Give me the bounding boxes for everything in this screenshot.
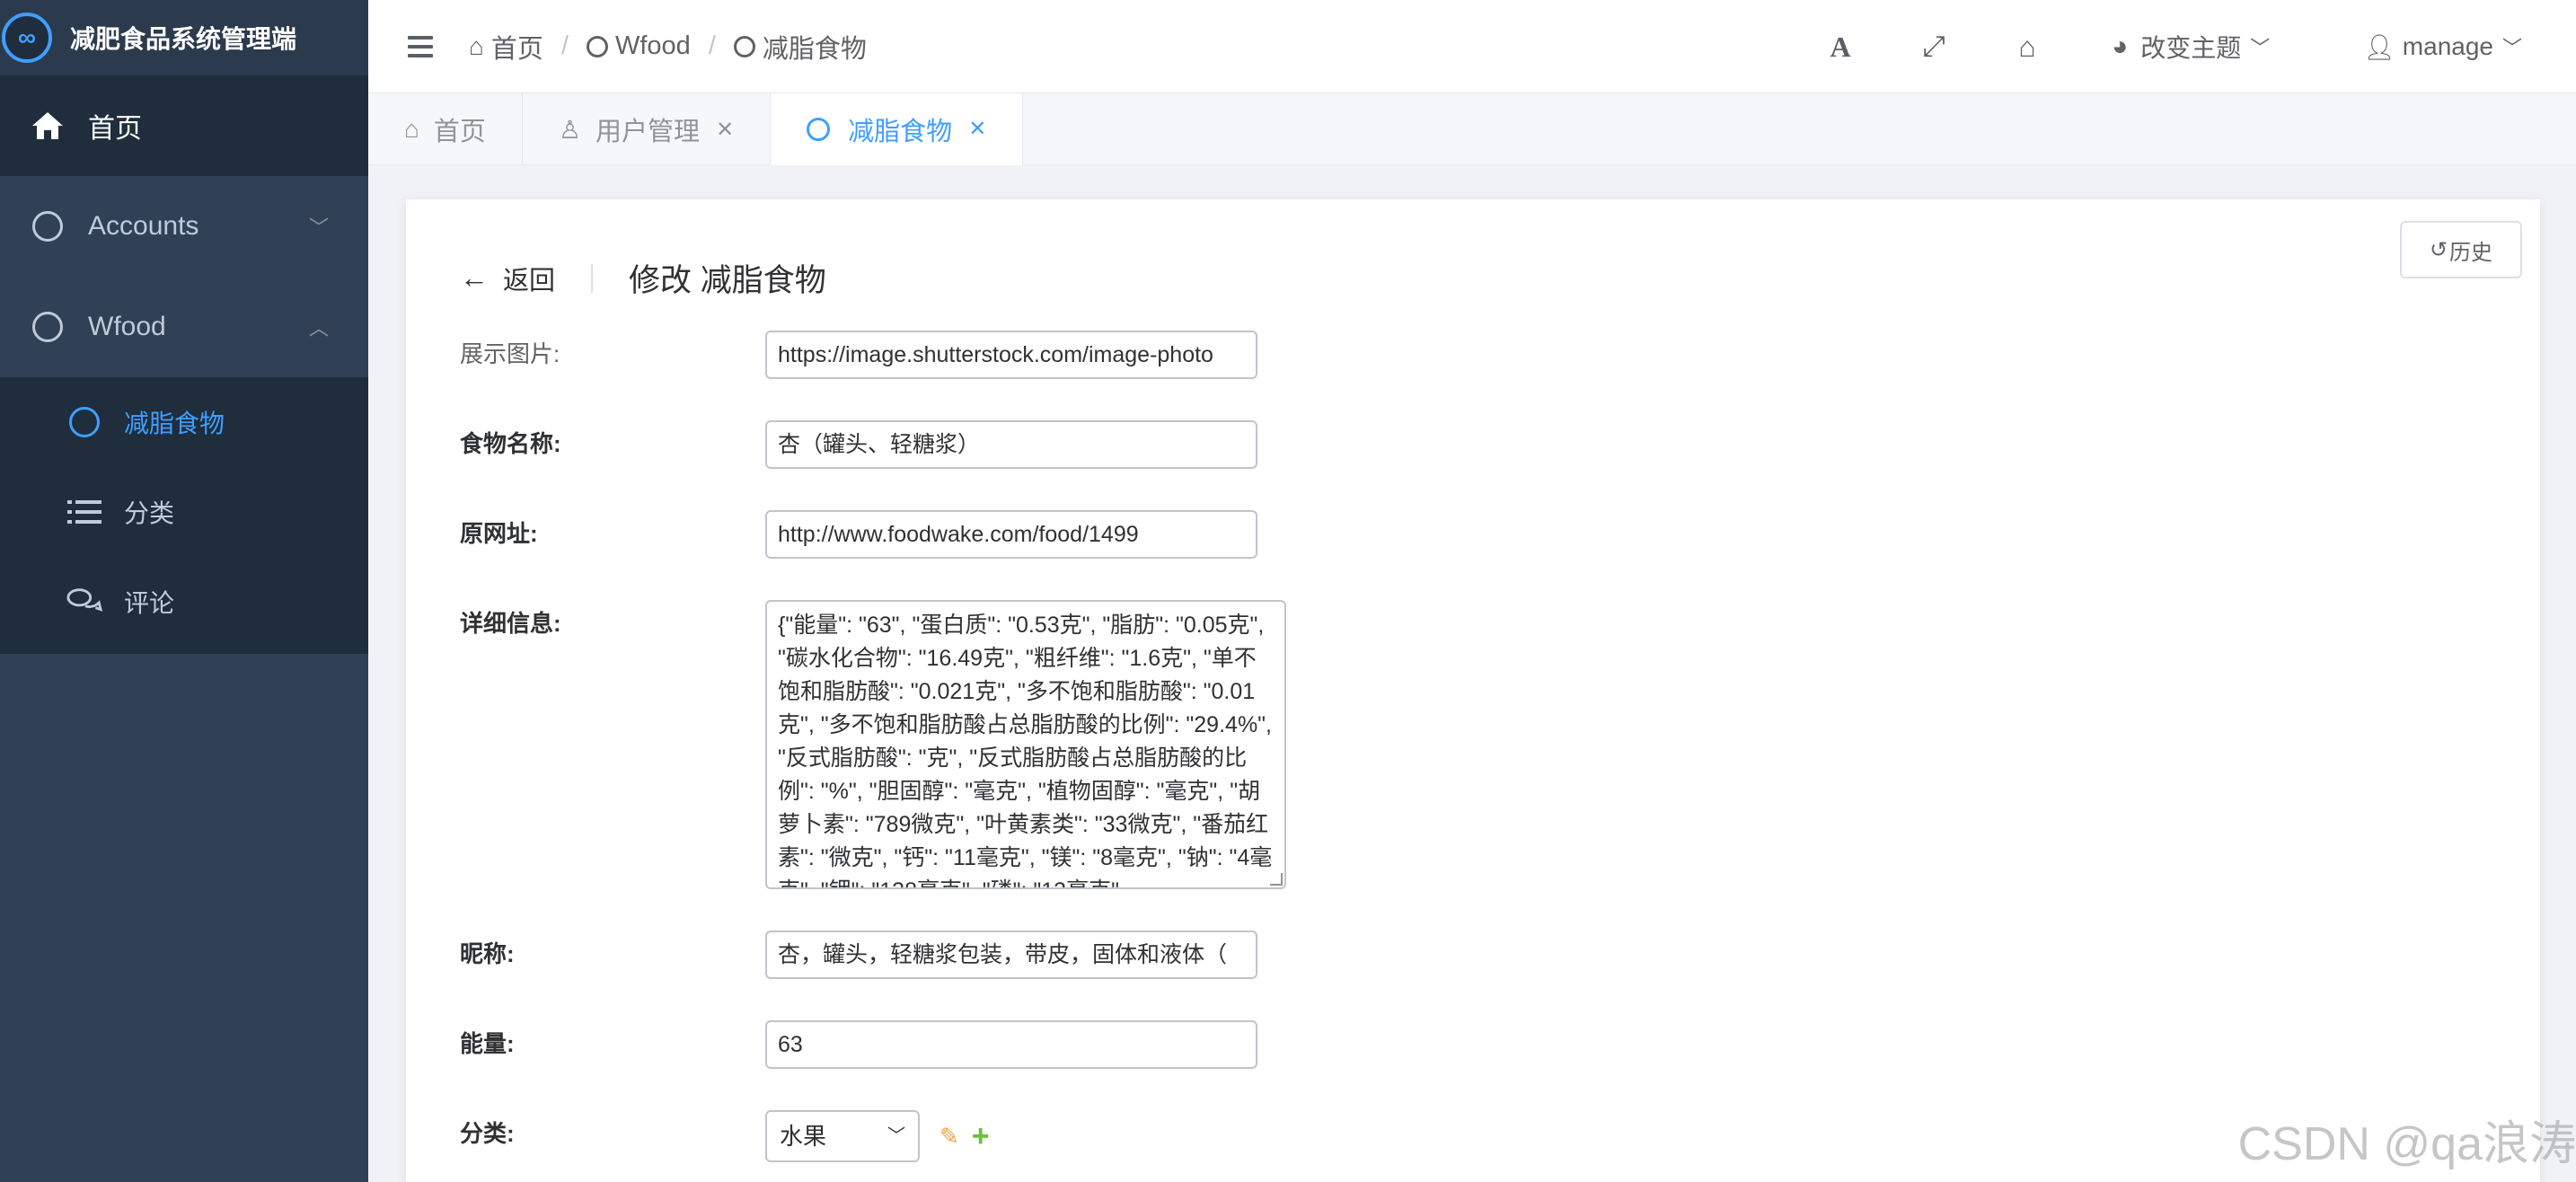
add-plus-icon[interactable]: + [972, 1110, 990, 1162]
history-icon: ↺ [2429, 237, 2448, 262]
page-header: ← 返回 修改 减脂食物 [460, 255, 826, 301]
logo-area: ∞ 减肥食品系统管理端 [0, 0, 368, 75]
food-name-label: 食物名称: [460, 430, 561, 457]
tab-label: 用户管理 [595, 118, 701, 146]
form-row-image: 展示图片: https://image.shutterstock.com/ima… [460, 331, 1257, 379]
close-icon[interactable]: ✕ [716, 117, 734, 143]
breadcrumb: ⌂ 首页 / Wfood / 减脂食物 [469, 28, 867, 66]
form-row-category: 分类: 水果 ﹀ ✎ + [460, 1110, 990, 1162]
home-icon: ⌂ [404, 115, 419, 143]
sidebar-item-accounts[interactable]: Accounts ﹀ [0, 176, 368, 277]
sidebar-item-category[interactable]: 分类 [0, 467, 368, 557]
sidebar-item-label: 减脂食物 [124, 410, 225, 437]
form-row-nickname: 昵称: 杏，罐头，轻糖浆包装，带皮，固体和液体（ [460, 931, 1257, 979]
comments-icon [66, 584, 102, 620]
close-icon[interactable]: ✕ [968, 116, 986, 142]
theme-switcher[interactable]: ◕ 改变主题 ﹀ [2112, 29, 2270, 65]
sidebar-item-label: Wfood [88, 312, 166, 341]
energy-label: 能量: [460, 1030, 515, 1057]
top-navbar: ⌂ 首页 / Wfood / 减脂食物 A ⤢ ⌂ ◕ 改变主题 ﹀ 👤︎ ma… [368, 0, 2576, 93]
tab-fat-loss-food[interactable]: 减脂食物 ✕ [771, 93, 1024, 165]
user-icon: ♙ [558, 115, 582, 144]
app-title: 减肥食品系统管理端 [70, 25, 297, 53]
user-icon: 👤︎ [2363, 32, 2395, 61]
tab-label: 减脂食物 [848, 117, 953, 146]
form-row-energy: 能量: 63 [460, 1020, 1257, 1069]
nickname-input[interactable]: 杏，罐头，轻糖浆包装，带皮，固体和液体（ [765, 931, 1257, 979]
logo-icon: ∞ [2, 13, 52, 63]
breadcrumb-item-home[interactable]: 首页 [491, 28, 543, 66]
sidebar-item-home[interactable]: 首页 [0, 75, 368, 176]
home-icon [29, 107, 66, 145]
user-menu[interactable]: 👤︎ manage ﹀ [2363, 32, 2522, 62]
theme-label: 改变主题 [2140, 34, 2242, 62]
detail-text: {"能量": "63", "蛋白质": "0.53克", "脂肪": "0.05… [778, 613, 1273, 887]
food-name-input[interactable]: 杏（罐头、轻糖浆） [765, 420, 1257, 469]
circle-icon [29, 308, 66, 346]
history-button[interactable]: ↺ 历史 [2400, 221, 2522, 278]
circle-icon [29, 207, 66, 245]
sidebar-item-label: 评论 [124, 589, 175, 617]
arrow-left-icon: ← [460, 261, 489, 294]
tab-home[interactable]: ⌂ 首页 [368, 93, 523, 165]
sidebar-item-comments[interactable]: 评论 [0, 557, 368, 647]
sidebar-item-label: 分类 [124, 499, 175, 527]
category-label: 分类: [460, 1120, 515, 1147]
back-label: 返回 [503, 266, 556, 296]
source-url-label: 原网址: [460, 520, 538, 547]
chevron-down-icon: ﹀ [887, 1126, 905, 1146]
fullscreen-icon[interactable]: ⤢ [1916, 30, 1952, 64]
chevron-down-icon: ﹀ [2250, 37, 2271, 59]
sidebar-item-fat-loss-food[interactable]: 减脂食物 [0, 377, 368, 467]
source-url-input[interactable]: http://www.foodwake.com/food/1499 [765, 510, 1257, 559]
detail-label: 详细信息: [460, 610, 561, 637]
form-row-url: 原网址: http://www.foodwake.com/food/1499 [460, 510, 1257, 559]
breadcrumb-item-current: 减脂食物 [762, 34, 867, 64]
home-icon[interactable]: ⌂ [2009, 31, 2045, 64]
list-icon [66, 494, 102, 530]
image-url-input[interactable]: https://image.shutterstock.com/image-pho… [765, 331, 1257, 379]
history-label: 历史 [2449, 240, 2493, 265]
font-size-icon[interactable]: A [1822, 31, 1858, 64]
watermark: CSDN @qa浪涛 [2237, 1118, 2576, 1170]
sidebar-item-label: 首页 [88, 114, 142, 144]
breadcrumb-separator: / [560, 31, 569, 60]
chevron-down-icon: ﹀ [2501, 37, 2522, 59]
tab-user-management[interactable]: ♙ 用户管理 ✕ [523, 93, 772, 165]
nickname-label: 昵称: [460, 940, 515, 967]
palette-icon: ◕ [2112, 31, 2129, 61]
tab-label: 首页 [433, 118, 486, 146]
edit-pencil-icon[interactable]: ✎ [940, 1110, 959, 1162]
sidebar: ∞ 减肥食品系统管理端 首页 Accounts ﹀ Wfood ︿ 减脂食物 分… [0, 0, 368, 1182]
edit-form-card: ↺ 历史 ← 返回 修改 减脂食物 展示图片: https://image.sh… [406, 199, 2540, 1182]
resize-handle-icon[interactable] [1270, 873, 1283, 886]
breadcrumb-separator: / [708, 31, 716, 60]
sidebar-item-wfood[interactable]: Wfood ︿ [0, 277, 368, 377]
circle-icon [587, 35, 608, 57]
circle-icon [66, 404, 102, 440]
detail-textarea[interactable]: {"能量": "63", "蛋白质": "0.53克", "脂肪": "0.05… [765, 600, 1286, 889]
circle-icon [807, 117, 831, 141]
circle-icon [733, 35, 755, 57]
breadcrumb-item-wfood[interactable]: Wfood [615, 31, 691, 61]
category-selected-value: 水果 [780, 1123, 827, 1150]
form-row-name: 食物名称: 杏（罐头、轻糖浆） [460, 420, 1257, 469]
chevron-up-icon: ︿ [308, 317, 329, 340]
category-select[interactable]: 水果 ﹀ [765, 1110, 920, 1162]
chevron-down-icon: ﹀ [308, 216, 329, 239]
header-actions: A ⤢ ⌂ ◕ 改变主题 ﹀ 👤︎ manage ﹀ [1822, 0, 2576, 93]
page-title: 修改 减脂食物 [629, 263, 826, 298]
user-label: manage [2402, 32, 2493, 60]
home-icon: ⌂ [469, 31, 484, 60]
form-row-detail: 详细信息: {"能量": "63", "蛋白质": "0.53克", "脂肪":… [460, 600, 1286, 889]
image-label: 展示图片: [460, 340, 560, 367]
hamburger-icon[interactable] [408, 35, 433, 57]
back-button[interactable]: ← 返回 [460, 260, 555, 297]
tabs-bar: ⌂ 首页 ♙ 用户管理 ✕ 减脂食物 ✕ [368, 93, 2576, 165]
wfood-submenu: 减脂食物 分类 评论 [0, 377, 368, 654]
divider [591, 263, 594, 293]
energy-input[interactable]: 63 [765, 1020, 1257, 1069]
sidebar-item-label: Accounts [88, 211, 199, 241]
